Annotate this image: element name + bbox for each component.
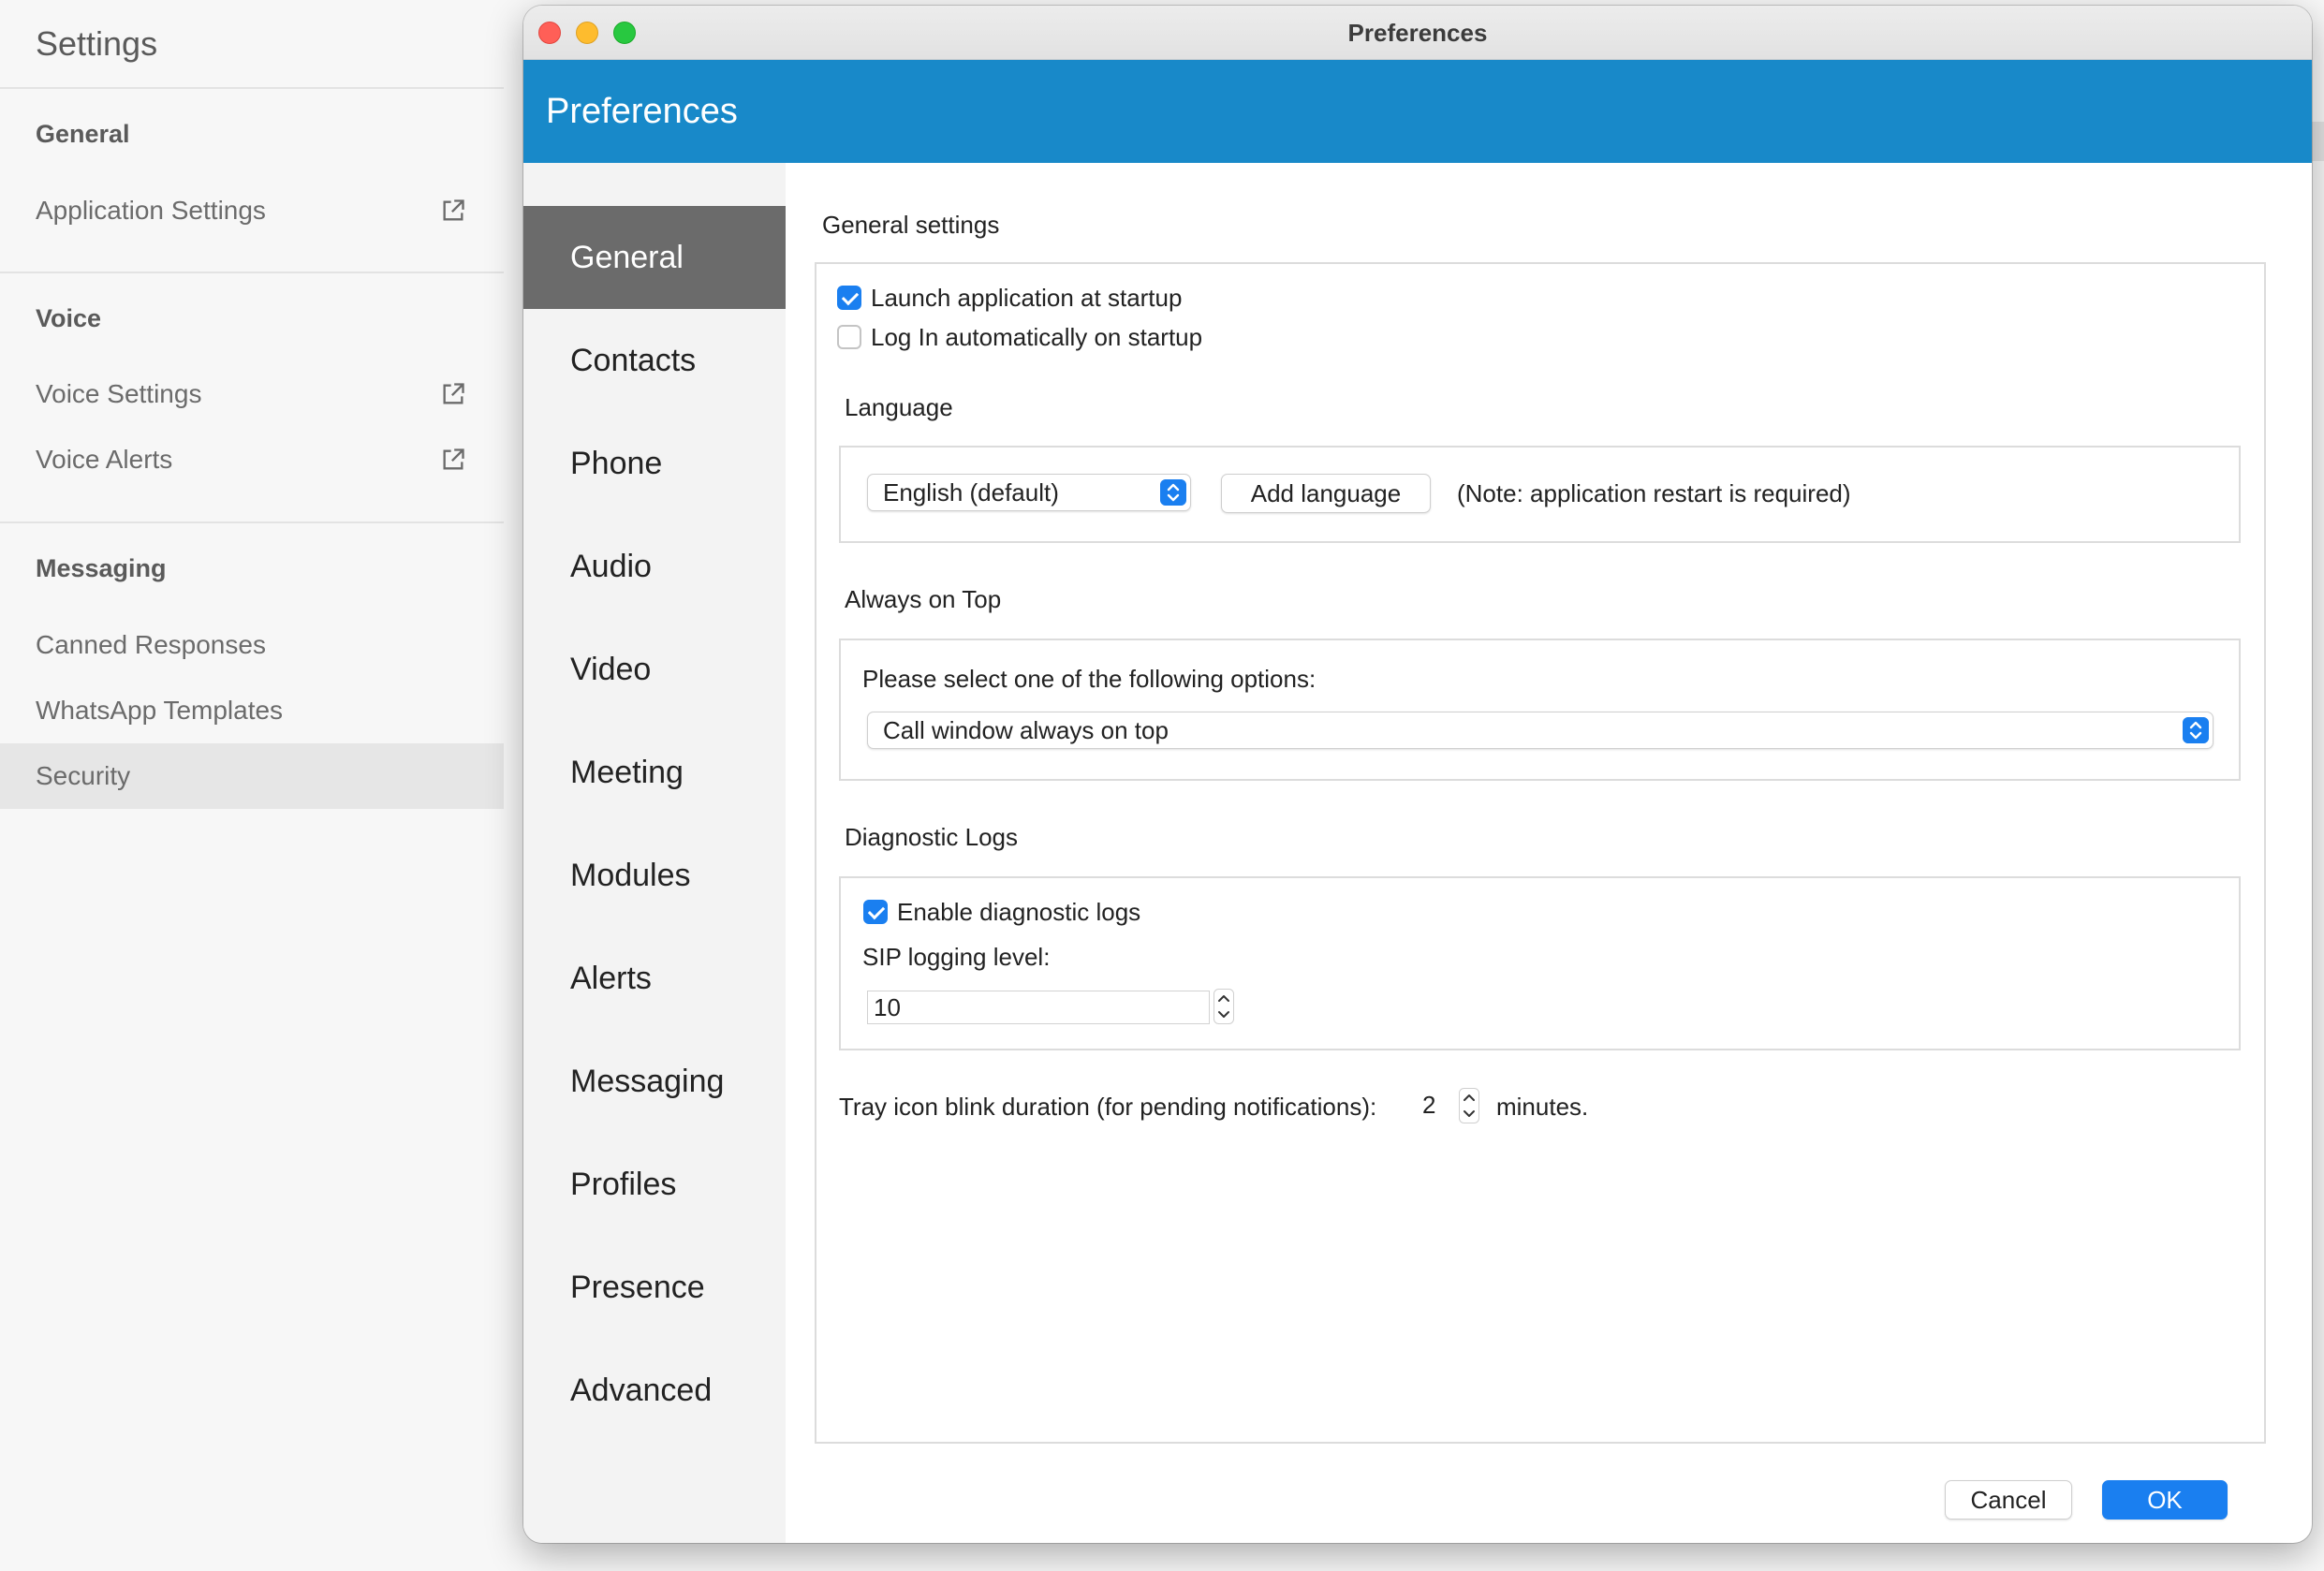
sip-logging-level-input[interactable]: 10: [867, 991, 1210, 1024]
window-title: Preferences: [1347, 19, 1488, 47]
language-title: Language: [845, 393, 953, 421]
general-settings-panel: General settings Launch application at s…: [786, 163, 2312, 1543]
language-restart-note: (Note: application restart is required): [1457, 479, 1851, 507]
external-link-icon: [443, 199, 464, 221]
preferences-header-title: Preferences: [546, 92, 738, 131]
checkbox-checked[interactable]: [863, 900, 888, 924]
sidebar-item-label: Security: [36, 761, 131, 790]
always-on-top-select-value: Call window always on top: [883, 716, 1169, 744]
always-on-top-group: Please select one of the following optio…: [839, 639, 2241, 781]
tray-blink-stepper[interactable]: [1459, 1088, 1479, 1123]
language-select[interactable]: English (default): [867, 474, 1191, 511]
auto-login-label: Log In automatically on startup: [871, 323, 1203, 351]
sidebar-item-whatsapp-templates[interactable]: WhatsApp Templates: [0, 678, 504, 743]
sidebar-item-label: Voice Settings: [36, 379, 202, 408]
always-on-top-title: Always on Top: [845, 585, 1002, 613]
category-modules[interactable]: Modules: [523, 824, 786, 927]
category-contacts[interactable]: Contacts: [523, 309, 786, 412]
category-nav: General Contacts Phone Audio Video Meeti…: [523, 163, 786, 1543]
diagnostic-logs-group: Enable diagnostic logs SIP logging level…: [839, 876, 2241, 1050]
auto-login-checkbox[interactable]: Log In automatically on startup: [837, 322, 1202, 352]
category-audio[interactable]: Audio: [523, 515, 786, 618]
category-general[interactable]: General: [523, 206, 786, 309]
sip-logging-level-label: SIP logging level:: [862, 943, 1051, 971]
category-meeting[interactable]: Meeting: [523, 721, 786, 824]
language-group: English (default) Add language (Note: ap…: [839, 446, 2241, 543]
category-video[interactable]: Video: [523, 618, 786, 721]
section-heading-general: General: [36, 120, 130, 148]
tray-blink-input[interactable]: 2: [1416, 1088, 1455, 1122]
ok-button[interactable]: OK: [2102, 1480, 2228, 1520]
window-titlebar[interactable]: Preferences: [523, 6, 2312, 60]
sidebar-item-voice-settings[interactable]: Voice Settings: [0, 361, 504, 427]
preferences-window: Preferences Preferences General Contacts…: [523, 6, 2312, 1543]
divider: [0, 87, 504, 89]
language-select-value: English (default): [883, 478, 1059, 507]
section-heading-voice: Voice: [36, 304, 102, 332]
external-link-icon: [443, 383, 464, 404]
sidebar-item-application-settings[interactable]: Application Settings: [0, 178, 504, 243]
category-phone[interactable]: Phone: [523, 412, 786, 515]
chevron-up-down-icon: [2183, 717, 2209, 743]
general-settings-group: Launch application at startup Log In aut…: [815, 262, 2266, 1444]
divider: [0, 521, 504, 523]
category-advanced[interactable]: Advanced: [523, 1339, 786, 1442]
general-settings-title: General settings: [822, 211, 1000, 239]
section-heading-messaging: Messaging: [36, 554, 167, 582]
sip-logging-level-stepper[interactable]: [1213, 989, 1234, 1024]
always-on-top-select[interactable]: Call window always on top: [867, 712, 2214, 749]
enable-diagnostic-logs-label: Enable diagnostic logs: [897, 898, 1141, 926]
category-profiles[interactable]: Profiles: [523, 1133, 786, 1236]
tray-blink-label: Tray icon blink duration (for pending no…: [839, 1093, 1377, 1121]
chevron-up-down-icon: [1160, 479, 1186, 506]
sidebar-item-label: WhatsApp Templates: [36, 696, 284, 725]
category-alerts[interactable]: Alerts: [523, 927, 786, 1030]
divider: [0, 272, 504, 273]
sidebar-item-voice-alerts[interactable]: Voice Alerts: [0, 427, 504, 492]
checkbox-unchecked[interactable]: [837, 325, 861, 349]
external-link-icon: [443, 448, 464, 470]
settings-title: Settings: [36, 24, 158, 63]
category-presence[interactable]: Presence: [523, 1236, 786, 1339]
launch-at-startup-label: Launch application at startup: [871, 284, 1183, 312]
diagnostic-logs-title: Diagnostic Logs: [845, 823, 1018, 851]
cancel-button[interactable]: Cancel: [1945, 1480, 2072, 1520]
sidebar-item-label: Application Settings: [36, 196, 266, 225]
preferences-header: Preferences: [523, 60, 2312, 163]
enable-diagnostic-logs-checkbox[interactable]: Enable diagnostic logs: [863, 897, 1140, 927]
category-messaging[interactable]: Messaging: [523, 1030, 786, 1133]
sidebar-item-security[interactable]: Security: [0, 743, 504, 809]
checkbox-checked[interactable]: [837, 286, 861, 310]
add-language-button[interactable]: Add language: [1221, 474, 1431, 513]
sidebar-item-canned-responses[interactable]: Canned Responses: [0, 612, 504, 678]
settings-sidebar: Settings General Application Settings Vo…: [0, 0, 504, 1571]
sidebar-item-label: Voice Alerts: [36, 445, 173, 474]
sidebar-item-label: Canned Responses: [36, 630, 266, 659]
tray-blink-unit: minutes.: [1496, 1093, 1589, 1121]
launch-at-startup-checkbox[interactable]: Launch application at startup: [837, 283, 1182, 313]
always-on-top-prompt: Please select one of the following optio…: [862, 665, 1316, 693]
